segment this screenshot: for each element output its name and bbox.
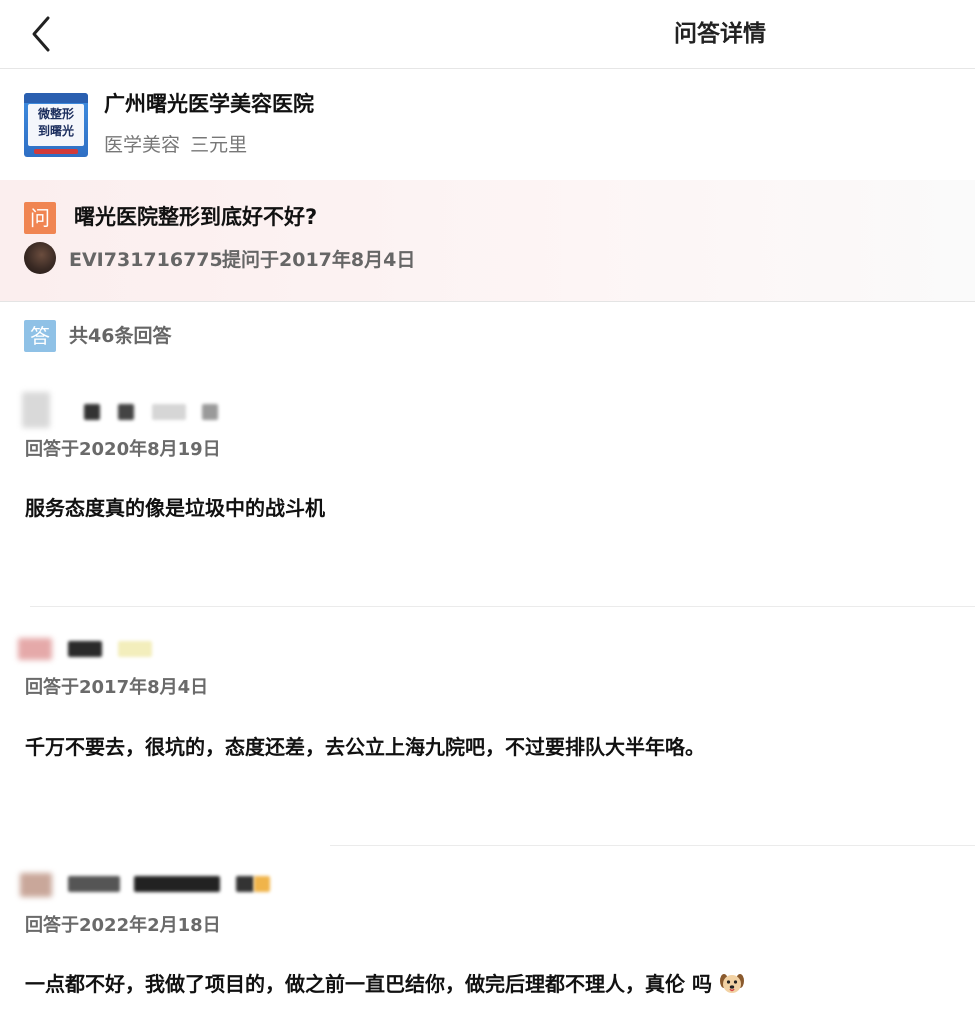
hospital-meta: 医学美容 三元里 — [104, 130, 247, 160]
answerer-name-blurred — [152, 404, 186, 420]
hospital-logo[interactable]: 微整形 到曙光 — [24, 93, 88, 157]
answer-text-content: 一点都不好，我做了项目的，做之前一直巴结你，做完后理都不理人，真伦 吗 — [25, 972, 712, 996]
answer-date: 回答于2022年2月18日 — [25, 915, 221, 936]
answer-count: 共46条回答 — [69, 325, 172, 347]
logo-line-2: 到曙光 — [37, 124, 74, 138]
divider — [330, 845, 975, 846]
hospital-name[interactable]: 广州曙光医学美容医院 — [104, 88, 314, 120]
answerer-avatar[interactable] — [22, 392, 50, 428]
hospital-category: 医学美容 — [104, 134, 181, 156]
answerer-name-blurred — [236, 876, 254, 892]
answerer-name-blurred — [254, 876, 270, 892]
asker-username[interactable]: EVI731716775 — [69, 246, 223, 274]
answerer-avatar[interactable] — [20, 873, 52, 897]
logo-line-1: 微整形 — [37, 107, 74, 121]
back-arrow-icon[interactable] — [26, 14, 60, 54]
question-badge-icon: 问 — [24, 202, 56, 234]
question-date: 提问于2017年8月4日 — [222, 249, 416, 271]
asker-avatar[interactable] — [24, 242, 56, 274]
answer-date: 回答于2017年8月4日 — [25, 677, 209, 698]
answerer-name-blurred — [68, 641, 102, 657]
answer-text: 一点都不好，我做了项目的，做之前一直巴结你，做完后理都不理人，真伦 吗 — [25, 967, 745, 1001]
answer-date: 回答于2020年8月19日 — [25, 439, 221, 460]
divider — [30, 606, 975, 607]
answer-text: 千万不要去，很坑的，态度还差，去公立上海九院吧，不过要排队大半年咯。 — [25, 735, 705, 759]
answerer-name-blurred — [68, 876, 120, 892]
top-bar — [0, 0, 975, 69]
answerer-name-blurred — [202, 404, 218, 420]
answer-text: 服务态度真的像是垃圾中的战斗机 — [25, 496, 325, 520]
question-text: 曙光医院整形到底好不好? — [74, 205, 318, 229]
answer-badge-icon: 答 — [24, 320, 56, 352]
hospital-location: 三元里 — [190, 134, 248, 156]
answerer-name-blurred — [134, 876, 220, 892]
answerer-name-blurred — [118, 404, 134, 420]
page-title: 问答详情 — [674, 21, 766, 47]
answerer-avatar[interactable] — [18, 638, 52, 660]
answerer-name-blurred — [84, 404, 100, 420]
dog-face-icon — [719, 971, 745, 995]
answerer-name-blurred — [118, 641, 152, 657]
